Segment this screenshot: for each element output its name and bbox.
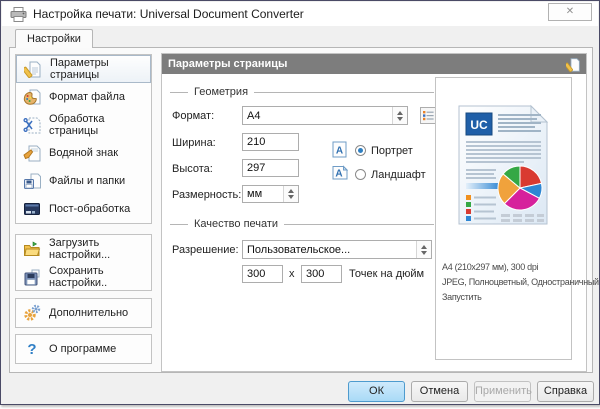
sidebar-item-label: Параметры страницы — [50, 57, 150, 81]
dpi-label: Точек на дюйм — [349, 268, 424, 280]
preview-panel: UC — [435, 77, 572, 360]
gears-icon — [23, 304, 41, 322]
format-select[interactable]: A4 — [242, 106, 408, 125]
scissors-page-icon — [23, 116, 41, 134]
sidebar-item-advanced[interactable]: Дополнительно — [16, 299, 151, 327]
spinner-arrows-icon[interactable] — [283, 186, 298, 202]
unit-label: Размерность: — [172, 189, 241, 201]
sidebar-item-page-setup[interactable]: Параметры страницы — [16, 55, 151, 83]
width-input[interactable] — [242, 133, 299, 151]
ok-button[interactable]: ОК — [348, 381, 405, 402]
preview-filetype-line: JPEG, Полноцветный, Одностраничный — [442, 275, 599, 290]
landscape-label: Ландшафт — [371, 169, 426, 181]
landscape-radio[interactable] — [355, 169, 366, 180]
spinner-arrows-icon[interactable] — [392, 107, 407, 124]
sidebar-item-label: Файлы и папки — [49, 175, 125, 187]
resolution-value: Пользовательское... — [243, 244, 416, 256]
geometry-group-legend: Геометрия — [170, 86, 434, 98]
resolution-label: Разрешение: — [172, 244, 239, 256]
sidebar-item-label: Сохранить настройки.. — [49, 265, 151, 289]
close-button[interactable]: ✕ — [548, 3, 592, 21]
page-setup-panel: Параметры страницы Геометрия Формат: A4 … — [161, 53, 587, 372]
palette-icon — [23, 88, 41, 106]
portrait-page-icon: A — [332, 141, 348, 158]
svg-text:UC: UC — [470, 118, 488, 132]
sidebar-item-load-settings[interactable]: Загрузить настройки... — [16, 235, 151, 263]
printer-icon — [10, 7, 27, 22]
sidebar-group-about: ? О программе — [15, 334, 152, 364]
sidebar-item-label: Загрузить настройки... — [49, 237, 151, 261]
sidebar-item-label: Пост-обработка — [49, 203, 130, 215]
panel-header: Параметры страницы — [162, 54, 586, 74]
sidebar-item-page-processing[interactable]: Обработка страницы — [16, 111, 151, 139]
unit-value: мм — [243, 188, 283, 200]
portrait-radio[interactable] — [355, 145, 366, 156]
spinner-arrows-icon[interactable] — [416, 241, 431, 258]
landscape-page-icon: A — [332, 164, 348, 181]
svg-text:A: A — [335, 169, 342, 180]
sidebar-item-watermark[interactable]: Водяной знак — [16, 139, 151, 167]
print-setup-dialog: Настройка печати: Universal Document Con… — [0, 0, 600, 405]
cancel-button[interactable]: Отмена — [411, 381, 468, 402]
preview-info: A4 (210x297 мм), 300 dpi JPEG, Полноцвет… — [442, 260, 599, 305]
sidebar-item-label: Обработка страницы — [49, 113, 151, 137]
window-title: Настройка печати: Universal Document Con… — [33, 7, 304, 21]
watermark-icon — [23, 144, 41, 162]
preview-format-line: A4 (210x297 мм), 300 dpi — [442, 260, 599, 275]
sidebar-item-label: Формат файла — [49, 91, 125, 103]
app-window-icon — [23, 200, 41, 218]
height-label: Высота: — [172, 163, 213, 175]
sidebar-item-about[interactable]: ? О программе — [16, 335, 151, 363]
screen: Настройка печати: Universal Document Con… — [0, 0, 600, 409]
preview-action-line: Запустить — [442, 290, 599, 305]
svg-text:A: A — [336, 146, 343, 157]
page-ruler-icon — [24, 60, 42, 78]
height-input[interactable] — [242, 159, 299, 177]
dpi-x-input[interactable] — [242, 265, 283, 283]
sidebar-item-label: Водяной знак — [49, 147, 118, 159]
panel-title: Параметры страницы — [168, 58, 566, 70]
unit-select[interactable]: мм — [242, 185, 299, 203]
sidebar-item-files-folders[interactable]: Файлы и папки — [16, 167, 151, 195]
quality-group-legend: Качество печати — [170, 218, 434, 230]
tab-settings[interactable]: Настройки — [15, 29, 93, 48]
portrait-label: Портрет — [371, 145, 413, 157]
sidebar-item-file-format[interactable]: Формат файла — [16, 83, 151, 111]
sidebar-item-post-processing[interactable]: Пост-обработка — [16, 195, 151, 223]
question-icon: ? — [23, 340, 41, 358]
resolution-select[interactable]: Пользовательское... — [242, 240, 432, 259]
title-bar: Настройка печати: Universal Document Con… — [2, 2, 598, 26]
apply-button: Применить — [474, 381, 531, 402]
open-folder-icon — [23, 240, 41, 258]
format-value: A4 — [243, 110, 392, 122]
sidebar-group-pages: Параметры страницы Формат файла — [15, 54, 152, 224]
sidebar-item-label: Дополнительно — [49, 307, 128, 319]
list-icon — [423, 110, 434, 121]
preview-document-image: UC — [457, 104, 549, 226]
save-icon — [23, 268, 41, 286]
sidebar-item-label: О программе — [49, 343, 116, 355]
format-label: Формат: — [172, 110, 214, 122]
help-button[interactable]: Справка — [537, 381, 594, 402]
dpi-separator: x — [289, 268, 295, 280]
page-ruler-icon — [566, 57, 581, 72]
floppy-page-icon — [23, 172, 41, 190]
dpi-y-input[interactable] — [301, 265, 342, 283]
width-label: Ширина: — [172, 137, 216, 149]
sidebar-group-advanced: Дополнительно — [15, 298, 152, 328]
sidebar-item-save-settings[interactable]: Сохранить настройки.. — [16, 263, 151, 291]
sidebar-group-profiles: Загрузить настройки... Сохранить настрой… — [15, 234, 152, 291]
